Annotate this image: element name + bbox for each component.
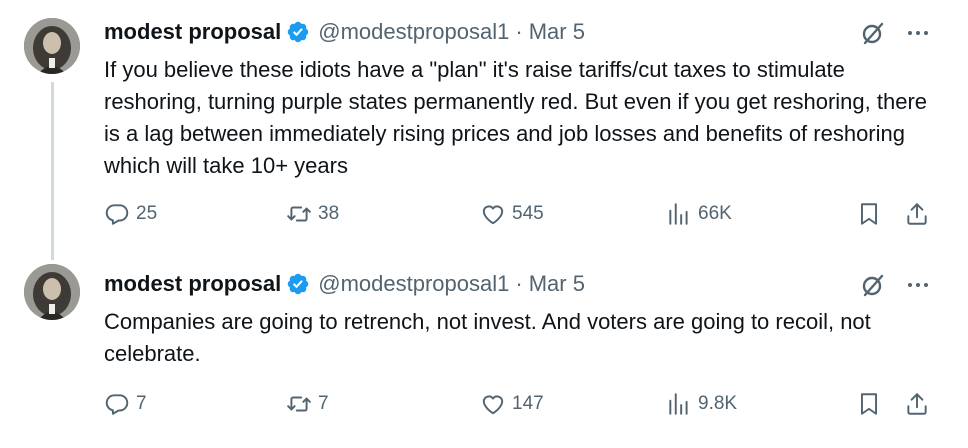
author-name[interactable]: modest proposal bbox=[104, 19, 281, 45]
share-button[interactable] bbox=[904, 198, 930, 230]
like-count: 545 bbox=[512, 203, 544, 224]
grok-icon[interactable] bbox=[858, 18, 888, 48]
repost-icon bbox=[287, 206, 311, 222]
bookmark-icon bbox=[860, 393, 878, 415]
tweet-header: modest proposal @modestproposal1 · Mar 5 bbox=[104, 16, 585, 48]
tweet-header: modest proposal @modestproposal1 · Mar 5 bbox=[104, 268, 585, 300]
views-icon bbox=[669, 393, 688, 415]
share-icon bbox=[907, 203, 927, 225]
author-name[interactable]: modest proposal bbox=[104, 271, 281, 297]
tweet-date[interactable]: Mar 5 bbox=[529, 19, 585, 45]
verified-badge-icon bbox=[286, 272, 310, 296]
repost-button[interactable]: 38 bbox=[286, 198, 339, 230]
view-count: 66K bbox=[698, 203, 732, 224]
like-icon bbox=[482, 205, 504, 225]
like-button[interactable]: 545 bbox=[480, 198, 544, 230]
repost-button[interactable]: 7 bbox=[286, 388, 329, 420]
reply-button[interactable]: 7 bbox=[104, 388, 147, 420]
share-button[interactable] bbox=[904, 388, 930, 420]
grok-icon[interactable] bbox=[858, 270, 888, 300]
tweet-date[interactable]: Mar 5 bbox=[529, 271, 585, 297]
repost-count: 7 bbox=[318, 393, 329, 414]
reply-icon bbox=[105, 204, 129, 225]
verified-badge-icon bbox=[286, 20, 310, 44]
tweet-actions: 7 7 147 9.8K bbox=[104, 388, 944, 420]
like-icon bbox=[482, 395, 504, 415]
avatar[interactable] bbox=[24, 18, 80, 74]
repost-icon bbox=[287, 396, 311, 412]
author-handle[interactable]: @modestproposal1 bbox=[318, 19, 509, 45]
like-button[interactable]: 147 bbox=[480, 388, 544, 420]
reply-icon bbox=[105, 394, 129, 415]
repost-count: 38 bbox=[318, 203, 340, 224]
share-icon bbox=[907, 393, 927, 415]
author-handle[interactable]: @modestproposal1 bbox=[318, 271, 509, 297]
reply-count: 25 bbox=[136, 203, 158, 224]
view-count: 9.8K bbox=[698, 393, 738, 414]
views-button[interactable]: 66K bbox=[666, 198, 732, 230]
separator: · bbox=[515, 271, 523, 296]
tweet-text: If you believe these idiots have a "plan… bbox=[104, 57, 928, 178]
tweet-text: Companies are going to retrench, not inv… bbox=[104, 309, 871, 366]
bookmark-button[interactable] bbox=[856, 198, 882, 230]
more-icon[interactable] bbox=[904, 270, 932, 300]
bookmark-button[interactable] bbox=[856, 388, 882, 420]
tweet-actions: 25 38 545 66K bbox=[104, 198, 944, 230]
bookmark-icon bbox=[860, 203, 878, 225]
views-icon bbox=[669, 203, 688, 225]
reply-count: 7 bbox=[136, 393, 147, 414]
tweet[interactable]: modest proposal @modestproposal1 · Mar 5… bbox=[0, 250, 968, 448]
more-icon[interactable] bbox=[904, 18, 932, 48]
tweet[interactable]: modest proposal @modestproposal1 · Mar 5… bbox=[0, 0, 968, 260]
thread-line bbox=[51, 82, 54, 260]
like-count: 147 bbox=[512, 393, 544, 414]
reply-button[interactable]: 25 bbox=[104, 198, 157, 230]
views-button[interactable]: 9.8K bbox=[666, 388, 737, 420]
avatar[interactable] bbox=[24, 264, 80, 320]
separator: · bbox=[515, 19, 523, 44]
